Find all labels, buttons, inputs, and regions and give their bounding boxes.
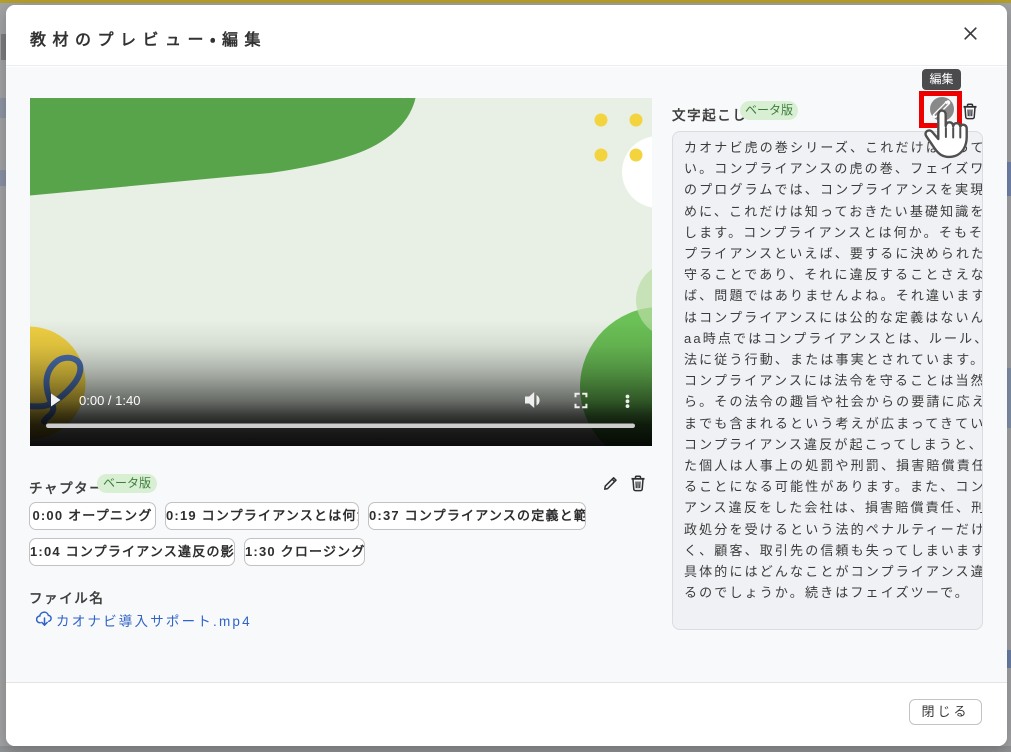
svg-text:0:00 / 1:40: 0:00 / 1:40	[79, 393, 140, 408]
